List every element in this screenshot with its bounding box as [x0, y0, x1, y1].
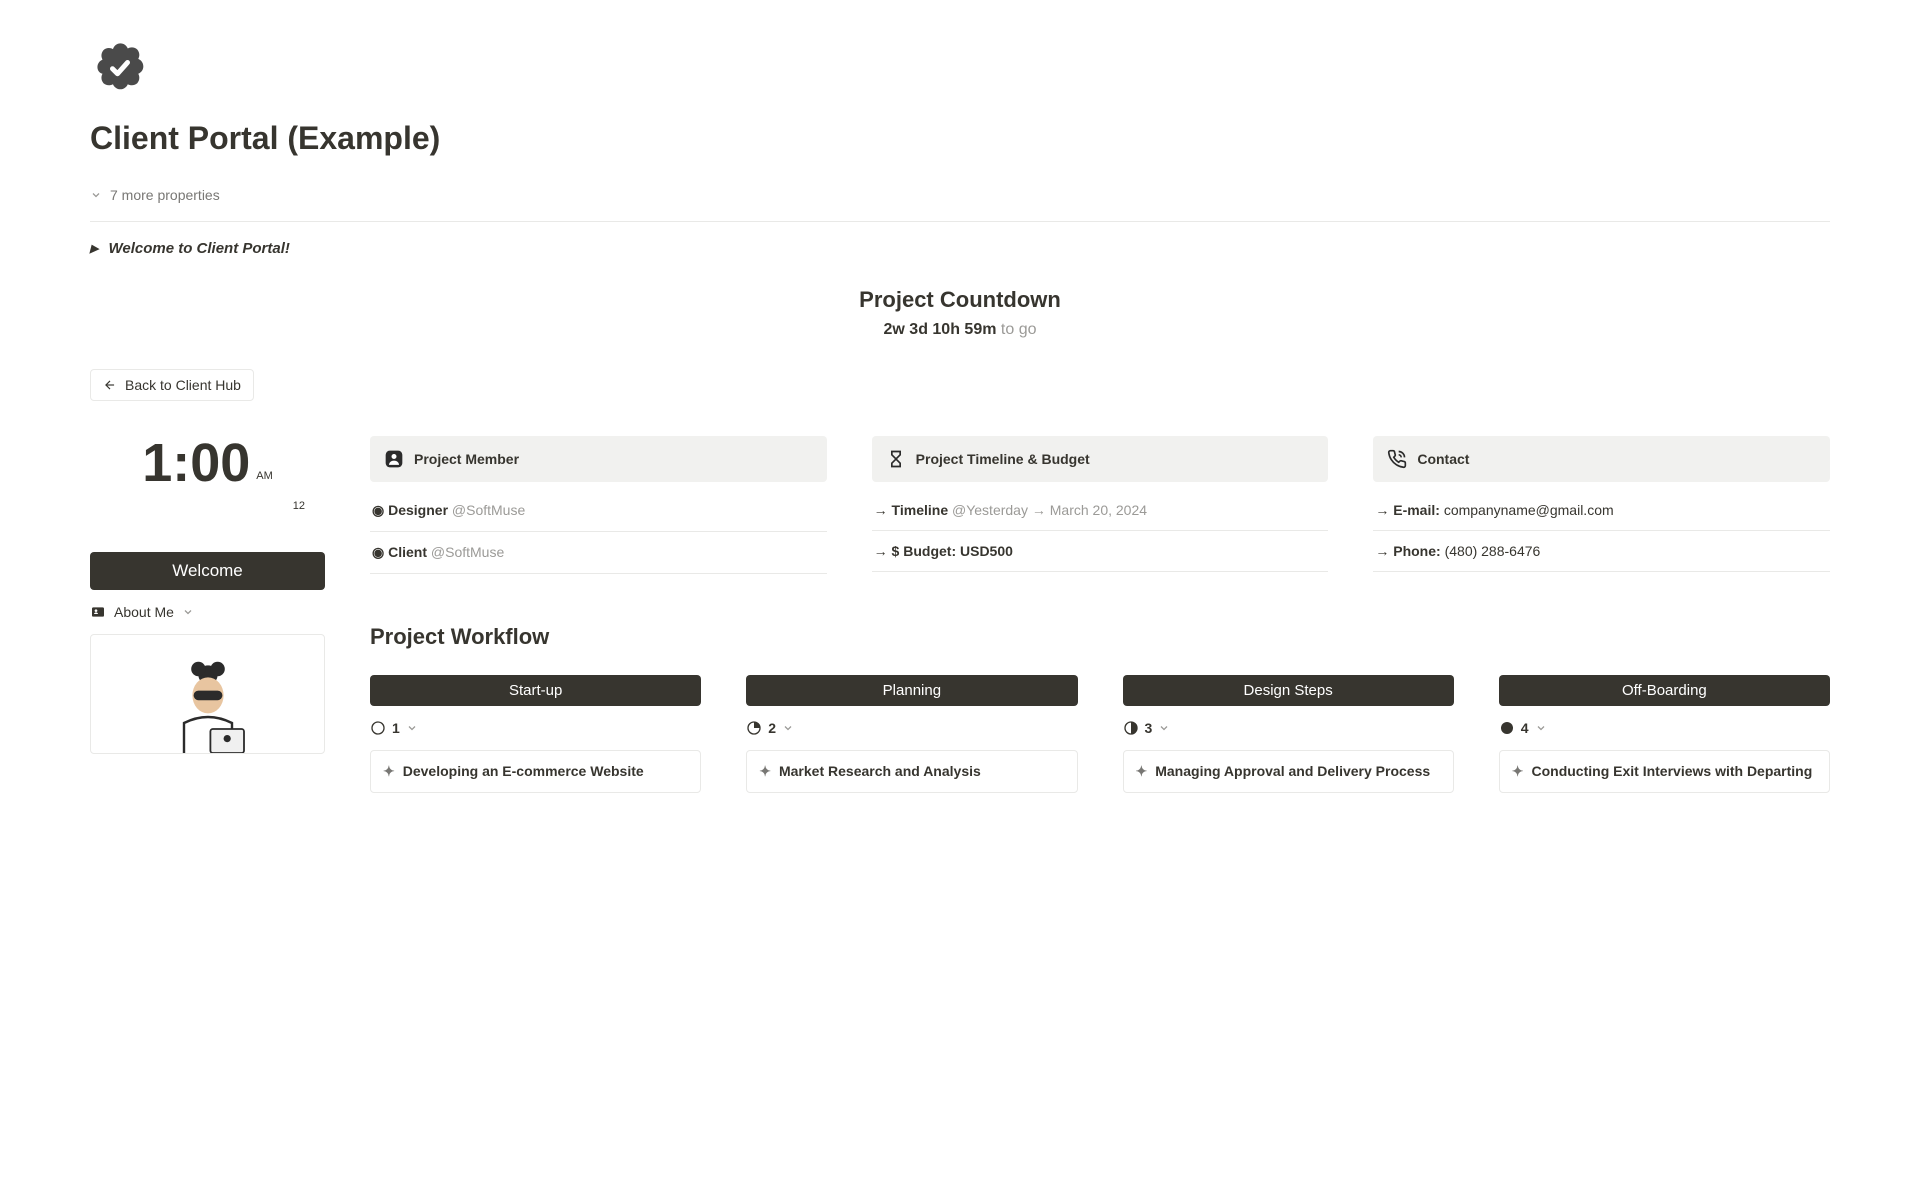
progress-half-icon: [1123, 720, 1139, 736]
clock-date: 12: [90, 500, 325, 512]
workflow-card[interactable]: ✦ Managing Approval and Delivery Process: [1123, 750, 1454, 793]
project-member-card: Project Member ◉ Designer @SoftMuse ◉ Cl…: [370, 436, 827, 574]
email-value: companyname@gmail.com: [1444, 502, 1614, 518]
about-me-label: About Me: [114, 604, 174, 620]
about-me-toggle[interactable]: About Me: [90, 604, 325, 620]
workflow-card[interactable]: ✦ Market Research and Analysis: [746, 750, 1077, 793]
timeline-row[interactable]: → Timeline @Yesterday → March 20, 2024: [872, 490, 1329, 531]
column-header: Off-Boarding: [1499, 675, 1830, 706]
designer-user: @SoftMuse: [452, 502, 525, 518]
countdown-time: 2w 3d 10h 59m: [884, 321, 997, 338]
budget-row[interactable]: → $ Budget: USD500: [872, 531, 1329, 572]
countdown-section: Project Countdown 2w 3d 10h 59m to go: [90, 287, 1830, 339]
chevron-down-icon: [782, 722, 794, 734]
workflow-column-planning: Planning 2 ✦ Market Research and Analysi…: [746, 675, 1077, 793]
card-title: Conducting Exit Interviews with Departin…: [1531, 763, 1812, 780]
sparkle-icon: ✦: [1136, 763, 1148, 780]
column-count-toggle[interactable]: 3: [1123, 720, 1454, 736]
timeline-budget-card: Project Timeline & Budget → Timeline @Ye…: [872, 436, 1329, 574]
countdown-suffix: to go: [996, 321, 1036, 338]
avatar-illustration[interactable]: [90, 634, 325, 754]
phone-icon: [1387, 449, 1407, 469]
welcome-banner: Welcome: [90, 552, 325, 590]
chevron-down-icon: [182, 606, 194, 618]
page-icon[interactable]: [90, 40, 150, 100]
arrow-left-icon: [103, 378, 117, 392]
column-count-toggle[interactable]: 2: [746, 720, 1077, 736]
phone-row[interactable]: → Phone: (480) 288-6476: [1373, 531, 1830, 572]
back-button-label: Back to Client Hub: [125, 377, 241, 393]
column-header: Start-up: [370, 675, 701, 706]
card-title: Project Timeline & Budget: [916, 451, 1090, 467]
workflow-card[interactable]: ✦ Conducting Exit Interviews with Depart…: [1499, 750, 1830, 793]
email-row[interactable]: → E-mail: companyname@gmail.com: [1373, 490, 1830, 531]
welcome-toggle-label: Welcome to Client Portal!: [108, 240, 289, 257]
chevron-down-icon: [406, 722, 418, 734]
phone-value: (480) 288-6476: [1445, 543, 1541, 559]
column-count-toggle[interactable]: 1: [370, 720, 701, 736]
page-title: Client Portal (Example): [90, 120, 1830, 157]
sparkle-icon: ✦: [759, 763, 771, 780]
workflow-column-startup: Start-up 1 ✦ Developing an E-commerce We…: [370, 675, 701, 793]
back-to-hub-button[interactable]: Back to Client Hub: [90, 369, 254, 401]
card-title: Managing Approval and Delivery Process: [1155, 763, 1430, 780]
hourglass-icon: [886, 449, 906, 469]
progress-full-icon: [1499, 720, 1515, 736]
clock-ampm: AM: [256, 471, 273, 482]
progress-empty-icon: [370, 720, 386, 736]
workflow-column-design: Design Steps 3 ✦ Managing Approval and D…: [1123, 675, 1454, 793]
card-icon: [90, 604, 106, 620]
clock-widget: 1:00 AM: [90, 436, 325, 490]
workflow-title: Project Workflow: [370, 624, 1830, 650]
chevron-down-icon: [1535, 722, 1547, 734]
card-title: Project Member: [414, 451, 519, 467]
workflow-card[interactable]: ✦ Developing an E-commerce Website: [370, 750, 701, 793]
column-header: Design Steps: [1123, 675, 1454, 706]
more-properties-toggle[interactable]: 7 more properties: [90, 187, 1830, 222]
countdown-title: Project Countdown: [90, 287, 1830, 313]
sparkle-icon: ✦: [383, 763, 395, 780]
sparkle-icon: ✦: [1512, 763, 1524, 780]
person-icon: [384, 449, 404, 469]
triangle-right-icon: ▶: [90, 242, 98, 255]
client-user: @SoftMuse: [431, 544, 504, 560]
card-title: Developing an E-commerce Website: [403, 763, 644, 780]
contact-card: Contact → E-mail: companyname@gmail.com …: [1373, 436, 1830, 574]
more-properties-label: 7 more properties: [110, 187, 220, 203]
welcome-toggle[interactable]: ▶ Welcome to Client Portal!: [90, 240, 1830, 257]
progress-quarter-icon: [746, 720, 762, 736]
card-title: Contact: [1417, 451, 1469, 467]
workflow-column-offboarding: Off-Boarding 4 ✦ Conducting Exit Intervi…: [1499, 675, 1830, 793]
column-count-toggle[interactable]: 4: [1499, 720, 1830, 736]
chevron-down-icon: [90, 189, 102, 201]
column-header: Planning: [746, 675, 1077, 706]
designer-row[interactable]: ◉ Designer @SoftMuse: [370, 490, 827, 532]
clock-time: 1:00: [142, 436, 250, 490]
client-row[interactable]: ◉ Client @SoftMuse: [370, 532, 827, 574]
card-title: Market Research and Analysis: [779, 763, 981, 780]
chevron-down-icon: [1158, 722, 1170, 734]
